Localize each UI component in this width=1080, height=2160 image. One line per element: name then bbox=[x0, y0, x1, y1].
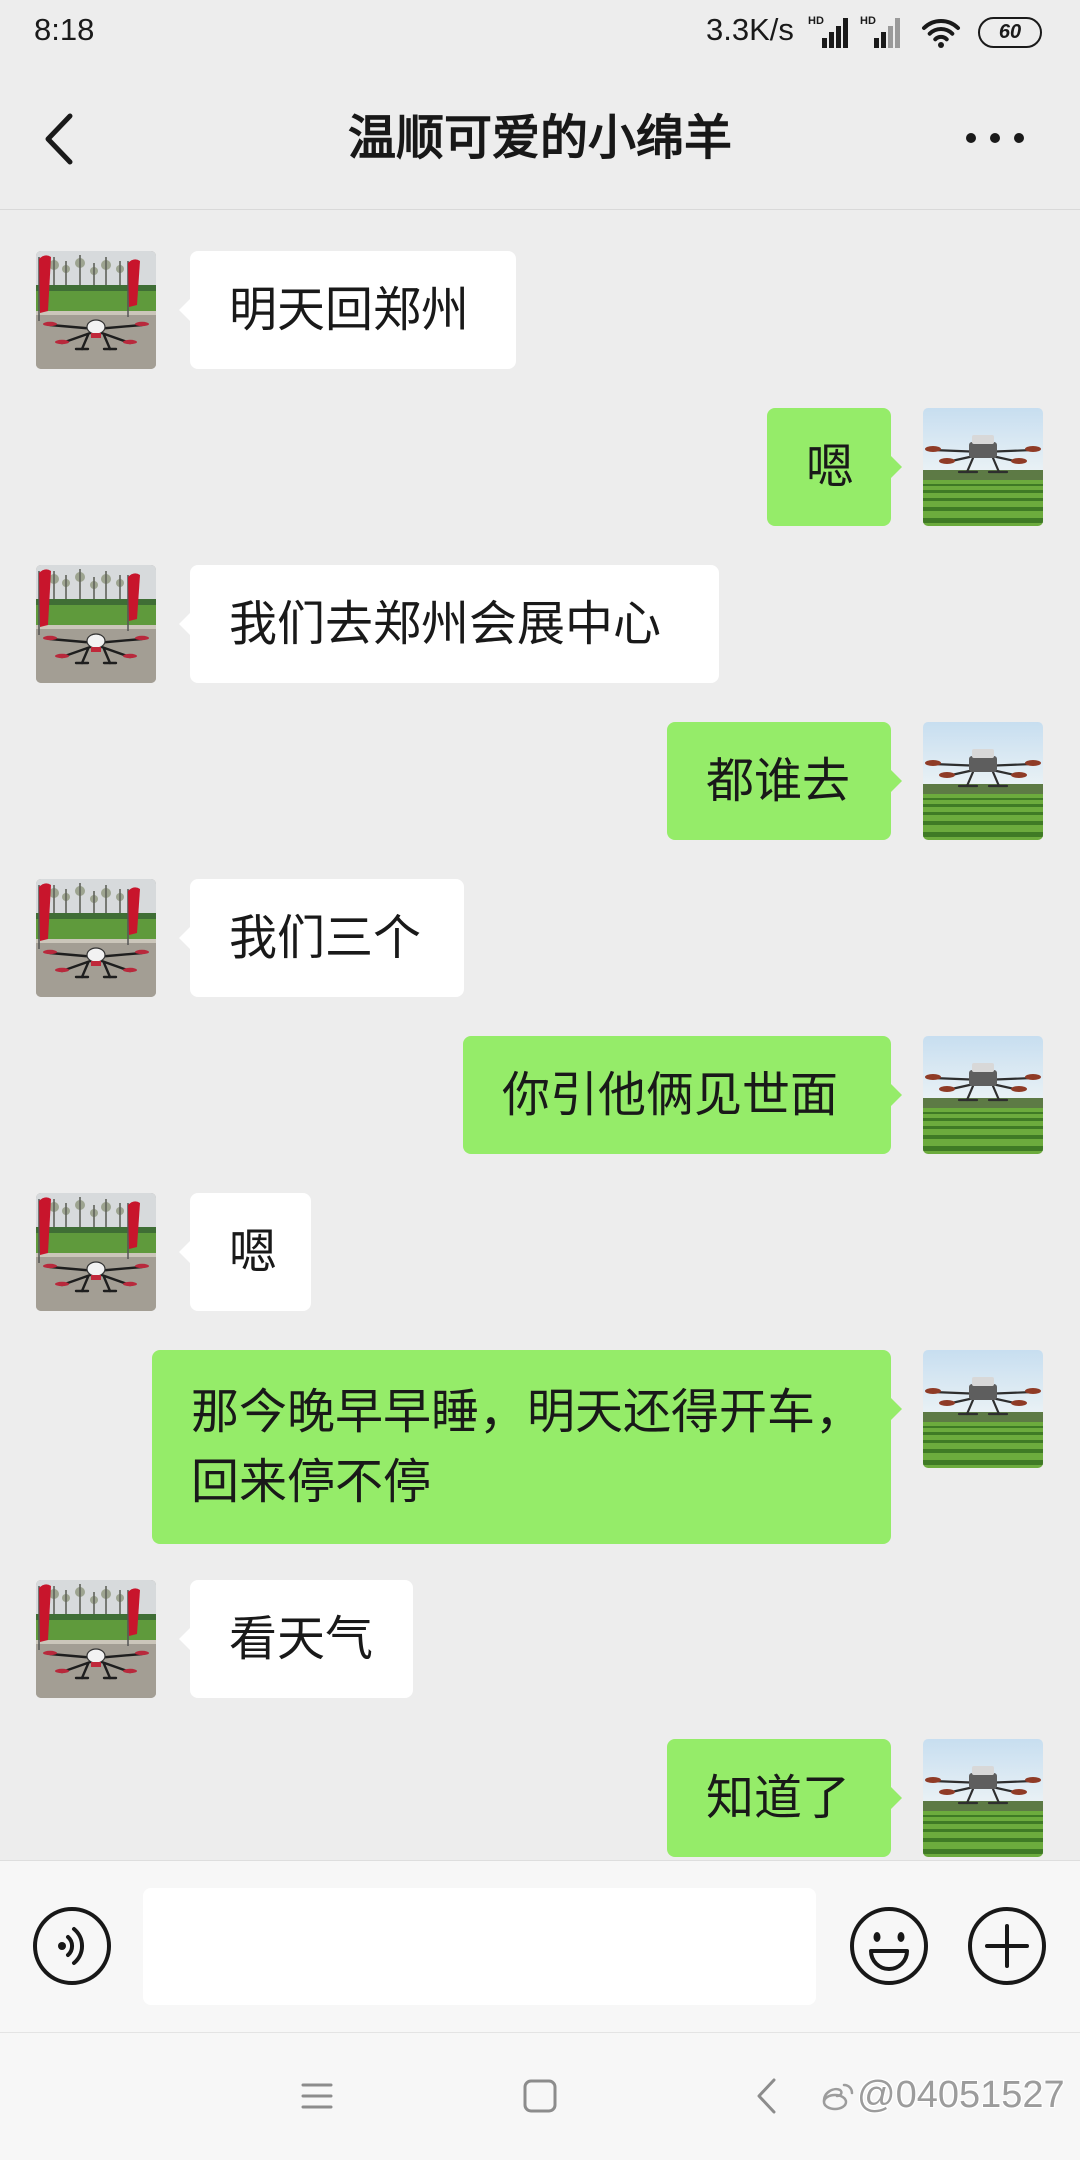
message-bubble-incoming[interactable]: 我们三个 bbox=[179, 879, 464, 997]
message-text: 看天气 bbox=[229, 1611, 374, 1667]
weibo-logo-icon bbox=[822, 2083, 854, 2111]
message-row: 我们三个 bbox=[0, 879, 1080, 997]
message-text: 明天回郑州 bbox=[229, 282, 470, 338]
menu-icon bbox=[301, 2083, 333, 2109]
self-avatar[interactable] bbox=[923, 722, 1043, 840]
message-text-line: 回来停不停 bbox=[191, 1454, 432, 1510]
message-row: 我们去郑州会展中心 bbox=[0, 565, 1080, 683]
home-button[interactable] bbox=[522, 2078, 558, 2114]
message-row: 都谁去 bbox=[0, 722, 1080, 840]
message-bubble-incoming[interactable]: 嗯 bbox=[179, 1193, 311, 1311]
watermark-text: @04051527 bbox=[857, 2074, 1065, 2116]
message-text: 嗯 bbox=[806, 439, 855, 495]
message-text-line: 那今晚早早睡，明天还得开车， bbox=[191, 1384, 864, 1440]
back-button[interactable] bbox=[40, 112, 80, 166]
sim1-label: HD bbox=[808, 15, 824, 27]
contact-avatar[interactable] bbox=[36, 565, 156, 683]
message-text: 知道了 bbox=[706, 1770, 851, 1826]
message-row: 明天回郑州 bbox=[0, 251, 1080, 369]
battery-level: 60 bbox=[998, 21, 1022, 43]
message-bubble-outgoing[interactable]: 你引他俩见世面 bbox=[463, 1036, 902, 1154]
status-bar: 8:18 3.3K/s HD HD 60 bbox=[0, 0, 1080, 66]
message-bubble-incoming[interactable]: 明天回郑州 bbox=[179, 251, 516, 369]
back-icon bbox=[757, 2078, 776, 2114]
message-text: 我们去郑州会展中心 bbox=[229, 596, 662, 652]
chat-header: 温顺可爱的小绵羊 bbox=[0, 66, 1080, 210]
system-back-button[interactable] bbox=[752, 2076, 782, 2116]
message-bubble-outgoing[interactable]: 那今晚早早睡，明天还得开车， 回来停不停 bbox=[152, 1350, 902, 1544]
contact-avatar[interactable] bbox=[36, 251, 156, 369]
self-avatar[interactable] bbox=[923, 408, 1043, 526]
sim2-label: HD bbox=[860, 15, 876, 27]
recents-button[interactable] bbox=[301, 2081, 333, 2111]
more-button[interactable] bbox=[962, 126, 1028, 150]
message-row: 看天气 bbox=[0, 1580, 1080, 1698]
contact-avatar[interactable] bbox=[36, 879, 156, 997]
plus-button[interactable] bbox=[966, 1905, 1048, 1987]
contact-avatar[interactable] bbox=[36, 1193, 156, 1311]
voice-button[interactable] bbox=[31, 1905, 113, 1987]
message-row: 你引他俩见世面 bbox=[0, 1036, 1080, 1154]
contact-avatar[interactable] bbox=[36, 1580, 156, 1698]
message-list[interactable]: 明天回郑州 嗯 我们去郑州会展中心 都谁去 我们三个 你引他俩见世面 嗯 那今晚… bbox=[0, 210, 1080, 1860]
message-text: 都谁去 bbox=[706, 753, 851, 809]
message-text: 嗯 bbox=[229, 1224, 278, 1280]
self-avatar[interactable] bbox=[923, 1036, 1043, 1154]
message-bubble-outgoing[interactable]: 嗯 bbox=[767, 408, 902, 526]
back-chevron-icon bbox=[45, 113, 73, 165]
message-bubble-outgoing[interactable]: 都谁去 bbox=[667, 722, 902, 840]
input-bar bbox=[0, 1860, 1080, 2032]
message-bubble-outgoing[interactable]: 知道了 bbox=[667, 1739, 902, 1857]
more-icon bbox=[966, 133, 1024, 143]
emoji-icon bbox=[850, 1907, 928, 1985]
network-speed: 3.3K/s bbox=[706, 12, 794, 47]
voice-icon bbox=[33, 1907, 111, 1985]
signal-icon-sim2: HD bbox=[860, 15, 900, 48]
emoji-button[interactable] bbox=[848, 1905, 930, 1987]
chat-title: 温顺可爱的小绵羊 bbox=[347, 110, 732, 166]
self-avatar[interactable] bbox=[923, 1350, 1043, 1468]
self-avatar[interactable] bbox=[923, 1739, 1043, 1857]
plus-icon bbox=[968, 1907, 1046, 1985]
message-bubble-incoming[interactable]: 看天气 bbox=[179, 1580, 413, 1698]
message-row: 知道了 bbox=[0, 1739, 1080, 1857]
message-text: 你引他俩见世面 bbox=[502, 1067, 839, 1123]
message-input[interactable] bbox=[143, 1888, 816, 2005]
signal-icon-sim1: HD bbox=[808, 15, 848, 48]
system-nav-bar: @04051527 bbox=[0, 2032, 1080, 2160]
status-time: 8:18 bbox=[34, 12, 95, 47]
wifi-icon bbox=[922, 18, 960, 48]
home-icon bbox=[523, 2079, 557, 2113]
battery-icon: 60 bbox=[978, 17, 1042, 48]
message-row: 那今晚早早睡，明天还得开车， 回来停不停 bbox=[0, 1350, 1080, 1544]
message-row: 嗯 bbox=[0, 1193, 1080, 1311]
message-row: 嗯 bbox=[0, 408, 1080, 526]
message-text: 我们三个 bbox=[229, 910, 422, 966]
message-bubble-incoming[interactable]: 我们去郑州会展中心 bbox=[179, 565, 719, 683]
